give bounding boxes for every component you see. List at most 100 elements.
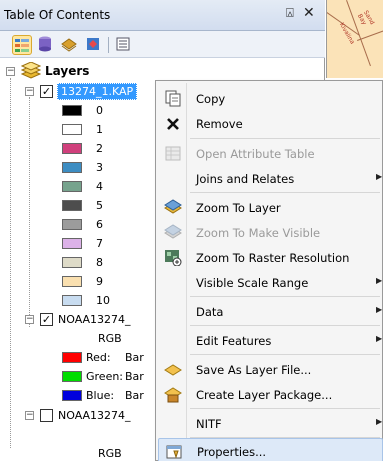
band-swatch-blue [62,390,82,401]
legend-swatch-6 [62,219,82,230]
zoom-raster-icon [165,250,182,266]
legend-swatch-9 [62,276,82,287]
menu-item-edit-features[interactable]: Edit Features ▶ [158,328,383,353]
visibility-icon [61,38,77,52]
menu-item-label: Zoom To Layer [196,201,281,215]
properties-icon [166,445,182,459]
remove-icon [167,118,179,130]
menu-item-label: Copy [196,92,226,106]
legend-label: 2 [96,142,103,155]
menu-separator [190,192,380,193]
list-by-source-button[interactable] [36,35,56,55]
layer2-visibility-checkbox[interactable]: ✓ [40,313,53,326]
menu-item-label: Properties... [197,445,267,459]
legend-label: 5 [96,199,103,212]
submenu-arrow-icon: ▶ [376,334,383,343]
menu-separator [190,296,380,297]
menu-item-label: NITF [196,417,222,431]
layer1-visibility-checkbox[interactable]: ✓ [40,85,53,98]
menu-item-label: Visible Scale Range [196,276,309,290]
legend-label: 7 [96,237,103,250]
legend-swatch-5 [62,200,82,211]
menu-item-zoom-to-layer[interactable]: Zoom To Layer [158,195,383,220]
menu-item-label: Edit Features [196,334,272,348]
band-swatch-red [62,352,82,363]
toc-title-bar: Table Of Contents ⍓ ✕ [0,0,325,31]
layers-collapse-toggle[interactable]: − [6,67,15,76]
submenu-arrow-icon: ▶ [376,172,383,181]
tree-connector [10,78,11,448]
tree-connector [29,97,30,327]
list-by-visibility-button[interactable] [60,35,80,55]
menu-item-open-attribute-table[interactable]: Open Attribute Table [158,141,383,166]
layer3-name[interactable]: NOAA13274_ [58,409,131,422]
legend-label: 9 [96,275,103,288]
list-by-selection-button[interactable] [84,35,104,55]
legend-label: 8 [96,256,103,269]
legend-swatch-4 [62,181,82,192]
band-label: Blue: [86,389,115,402]
save-layer-icon [164,364,182,376]
menu-item-nitf[interactable]: NITF ▶ [158,411,383,436]
layer2-type: RGB [98,332,122,345]
legend-label: 0 [96,104,103,117]
layer1-name[interactable]: 13274_1.KAP [57,83,138,100]
map-view[interactable]: Kivalina Sand Bay [326,0,383,78]
layers-group-icon [21,62,41,79]
list-by-drawing-order-button[interactable] [12,35,32,55]
layer-package-icon [164,387,182,403]
legend-label: 4 [96,180,103,193]
layer3-collapse-toggle[interactable]: − [25,411,34,420]
menu-item-label: Joins and Relates [196,172,295,186]
legend-swatch-1 [62,124,82,135]
selection-icon [87,38,99,50]
menu-item-label: Save As Layer File... [196,363,312,377]
legend-swatch-7 [62,238,82,249]
layer3-type: RGB [98,447,122,460]
legend-label: 6 [96,218,103,231]
band-swatch-green [62,371,82,382]
menu-item-joins-and-relates[interactable]: Joins and Relates ▶ [158,166,383,191]
menu-separator [190,138,380,139]
toc-title: Table Of Contents [4,8,111,22]
close-icon[interactable]: ✕ [303,5,315,21]
menu-item-label: Open Attribute Table [196,147,315,161]
band-value: Bar [125,389,144,402]
menu-item-properties[interactable]: Properties... [158,438,383,461]
legend-swatch-3 [62,162,82,173]
legend-swatch-8 [62,257,82,268]
layer1-collapse-toggle[interactable]: − [25,87,34,96]
menu-item-data[interactable]: Data ▶ [158,299,383,324]
zoom-visible-icon [164,224,182,239]
table-icon [165,146,181,161]
menu-item-copy[interactable]: Copy [158,86,383,111]
toc-toolbar [0,31,325,58]
layer3-visibility-checkbox[interactable] [40,409,53,422]
menu-item-save-as-layer-file[interactable]: Save As Layer File... [158,357,383,382]
legend-label: 3 [96,161,103,174]
menu-separator [190,354,380,355]
options-button[interactable] [114,35,134,55]
band-value: Bar [125,370,144,383]
menu-item-visible-scale-range[interactable]: Visible Scale Range ▶ [158,270,383,295]
menu-item-create-layer-package[interactable]: Create Layer Package... [158,382,383,407]
band-label: Green: [86,370,124,383]
menu-item-remove[interactable]: Remove [158,111,383,136]
zoom-to-layer-icon [164,199,182,214]
layer2-collapse-toggle[interactable]: − [25,315,34,324]
layers-label: Layers [45,64,90,78]
legend-swatch-2 [62,143,82,154]
layer-context-menu: Copy Remove Open Attribute Table Joins a… [155,80,383,461]
database-icon [39,36,51,52]
layer2-name[interactable]: NOAA13274_ [58,313,131,326]
legend-swatch-10 [62,295,82,306]
pin-icon[interactable]: ⍓ [286,6,294,21]
menu-item-zoom-to-make-visible[interactable]: Zoom To Make Visible [158,220,383,245]
menu-item-label: Zoom To Raster Resolution [196,251,350,265]
copy-icon [165,90,181,107]
toolbar-separator [108,37,109,53]
menu-item-zoom-to-raster-resolution[interactable]: Zoom To Raster Resolution [158,245,383,270]
submenu-arrow-icon: ▶ [376,417,383,426]
legend-label: 10 [96,294,110,307]
menu-separator [190,408,380,409]
